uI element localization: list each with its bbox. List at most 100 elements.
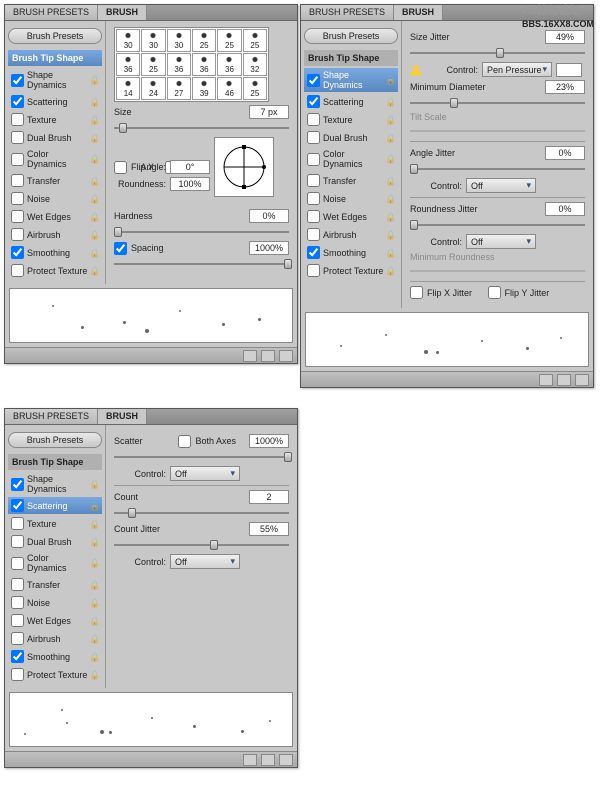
tab-presets[interactable]: BRUSH PRESETS (5, 409, 98, 424)
chk-air[interactable] (11, 632, 24, 645)
trash-icon[interactable] (279, 754, 293, 766)
brush-swatch[interactable]: 36 (116, 53, 140, 76)
opt-shape-dynamics[interactable]: Shape Dynamics🔒 (8, 472, 102, 496)
brush-picker-grid[interactable]: 303030252525 362536363632 142427394625 (114, 27, 269, 102)
control-dropdown[interactable]: Off▾ (170, 554, 240, 569)
chk-tex[interactable] (307, 113, 320, 126)
toggle-preview-icon[interactable] (243, 350, 257, 362)
chk-protect[interactable] (11, 668, 24, 681)
brush-swatch[interactable]: 36 (217, 53, 241, 76)
brush-swatch[interactable]: 32 (243, 53, 267, 76)
opt-wet-edges[interactable]: Wet Edges🔒 (8, 208, 102, 225)
opt-protect-texture[interactable]: Protect Texture🔒 (304, 262, 398, 279)
count-jitter-input[interactable] (249, 522, 289, 536)
opt-texture[interactable]: Texture🔒 (304, 111, 398, 128)
chk-shape[interactable] (11, 478, 24, 491)
chk-wet[interactable] (11, 210, 24, 223)
opt-wet-edges[interactable]: Wet Edges🔒 (8, 612, 102, 629)
opt-color-dynamics[interactable]: Color Dynamics🔒 (8, 147, 102, 171)
toggle-preview-icon[interactable] (243, 754, 257, 766)
opt-smoothing[interactable]: Smoothing🔒 (8, 244, 102, 261)
brush-swatch[interactable]: 14 (116, 77, 140, 100)
spacing-slider[interactable] (114, 258, 289, 270)
opt-noise[interactable]: Noise🔒 (8, 594, 102, 611)
chk-dual[interactable] (11, 131, 24, 144)
chk-color[interactable] (307, 153, 320, 166)
chk-smooth[interactable] (11, 246, 24, 259)
count-input[interactable] (249, 490, 289, 504)
tab-brush[interactable]: BRUSH (98, 409, 147, 424)
opt-transfer[interactable]: Transfer🔒 (304, 172, 398, 189)
chk-shape[interactable] (11, 74, 24, 87)
chk-air[interactable] (307, 228, 320, 241)
control-dropdown[interactable]: Pen Pressure▾ (482, 62, 552, 77)
brush-swatch[interactable]: 25 (243, 77, 267, 100)
brush-swatch[interactable]: 46 (217, 77, 241, 100)
opt-scattering[interactable]: Scattering🔒 (304, 93, 398, 110)
tab-brush[interactable]: BRUSH (98, 5, 147, 20)
size-jitter-input[interactable] (545, 30, 585, 44)
opt-scattering[interactable]: Scattering🔒 (8, 497, 102, 514)
chk-transfer[interactable] (11, 578, 24, 591)
chk-noise[interactable] (11, 192, 24, 205)
opt-scattering[interactable]: Scattering🔒 (8, 93, 102, 110)
min-diameter-input[interactable] (545, 80, 585, 94)
chk-scatter[interactable] (11, 499, 24, 512)
roundness-jitter-input[interactable] (545, 202, 585, 216)
brush-presets-button[interactable]: Brush Presets (304, 28, 398, 44)
size-slider[interactable] (114, 122, 289, 134)
opt-brush-tip[interactable]: Brush Tip Shape (8, 50, 102, 66)
control-dropdown[interactable]: Off▾ (466, 234, 536, 249)
chk-noise[interactable] (307, 192, 320, 205)
scatter-input[interactable] (249, 434, 289, 448)
control-dropdown[interactable]: Off▾ (170, 466, 240, 481)
opt-smoothing[interactable]: Smoothing🔒 (304, 244, 398, 261)
opt-color-dynamics[interactable]: Color Dynamics🔒 (8, 551, 102, 575)
opt-brush-tip[interactable]: Brush Tip Shape (8, 454, 102, 470)
hardness-input[interactable] (249, 209, 289, 223)
tab-presets[interactable]: BRUSH PRESETS (5, 5, 98, 20)
opt-shape-dynamics[interactable]: Shape Dynamics🔒 (304, 68, 398, 92)
chk-dual[interactable] (307, 131, 320, 144)
spacing-input[interactable] (249, 241, 289, 255)
brush-swatch[interactable]: 25 (217, 29, 241, 52)
size-jitter-slider[interactable] (410, 47, 585, 59)
brush-presets-button[interactable]: Brush Presets (8, 432, 102, 448)
brush-presets-button[interactable]: Brush Presets (8, 28, 102, 44)
angle-jitter-input[interactable] (545, 146, 585, 160)
roundness-input[interactable] (170, 177, 210, 191)
tab-presets[interactable]: BRUSH PRESETS (301, 5, 394, 20)
count-slider[interactable] (114, 507, 289, 519)
chk-protect[interactable] (11, 264, 24, 277)
hardness-slider[interactable] (114, 226, 289, 238)
brush-swatch[interactable]: 30 (116, 29, 140, 52)
chk-protect[interactable] (307, 264, 320, 277)
opt-noise[interactable]: Noise🔒 (304, 190, 398, 207)
opt-shape-dynamics[interactable]: Shape Dynamics🔒 (8, 68, 102, 92)
opt-protect-texture[interactable]: Protect Texture🔒 (8, 666, 102, 683)
chk-noise[interactable] (11, 596, 24, 609)
size-input[interactable] (249, 105, 289, 119)
opt-dual-brush[interactable]: Dual Brush🔒 (8, 129, 102, 146)
chk-wet[interactable] (307, 210, 320, 223)
chk-flipx-jitter[interactable] (410, 286, 423, 299)
brush-swatch[interactable]: 25 (141, 53, 165, 76)
opt-texture[interactable]: Texture🔒 (8, 515, 102, 532)
chk-dual[interactable] (11, 535, 24, 548)
brush-swatch[interactable]: 30 (141, 29, 165, 52)
opt-color-dynamics[interactable]: Color Dynamics🔒 (304, 147, 398, 171)
opt-dual-brush[interactable]: Dual Brush🔒 (304, 129, 398, 146)
chk-spacing[interactable] (114, 242, 127, 255)
new-preset-icon[interactable] (261, 350, 275, 362)
min-diameter-slider[interactable] (410, 97, 585, 109)
chk-tex[interactable] (11, 113, 24, 126)
brush-swatch[interactable]: 30 (167, 29, 191, 52)
chk-color[interactable] (11, 557, 24, 570)
chk-smooth[interactable] (307, 246, 320, 259)
brush-swatch[interactable]: 27 (167, 77, 191, 100)
opt-smoothing[interactable]: Smoothing🔒 (8, 648, 102, 665)
opt-brush-tip[interactable]: Brush Tip Shape (304, 50, 398, 66)
opt-protect-texture[interactable]: Protect Texture🔒 (8, 262, 102, 279)
chk-flipy-jitter[interactable] (488, 286, 501, 299)
opt-noise[interactable]: Noise🔒 (8, 190, 102, 207)
